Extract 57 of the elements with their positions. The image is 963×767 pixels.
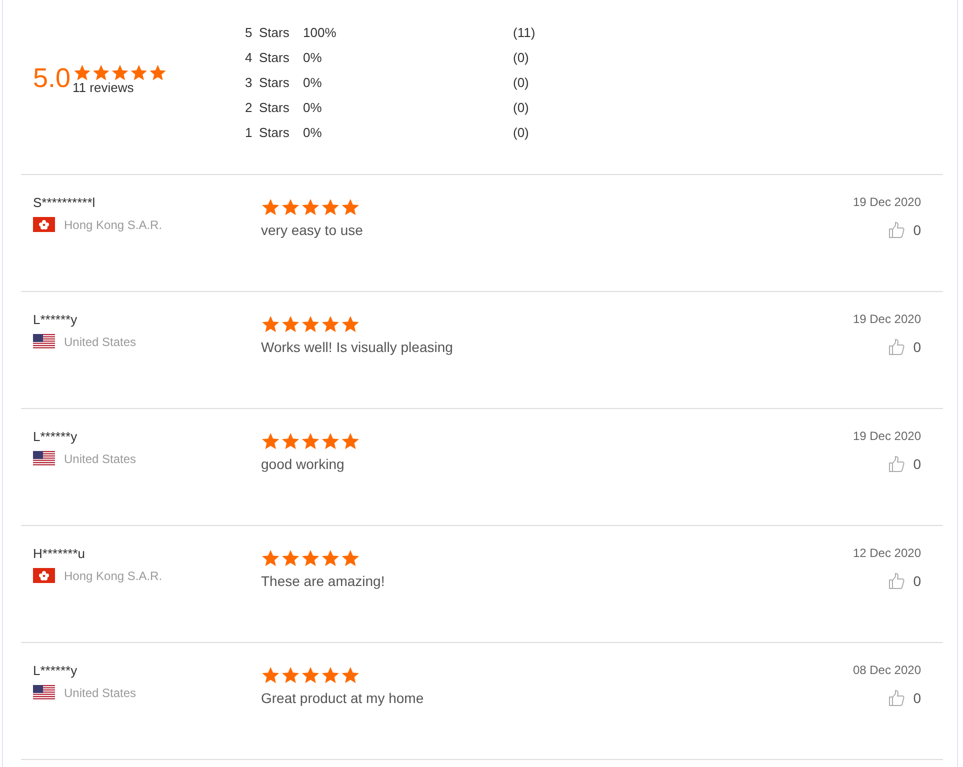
- thumbs-up-icon[interactable]: [888, 572, 906, 590]
- review-date: 19 Dec 2020: [852, 195, 921, 209]
- reviewer-name: L******y: [33, 312, 78, 327]
- percentage: 100%: [303, 25, 338, 40]
- thumbs-up-icon[interactable]: [888, 689, 906, 707]
- review-count: 11 reviews: [72, 81, 135, 94]
- review-text: good working: [261, 456, 346, 472]
- percentage: 0%: [303, 100, 323, 115]
- stars-label: Stars: [259, 75, 290, 90]
- country-name: Hong Kong S.A.R.: [64, 218, 162, 232]
- flag-icon: [33, 217, 55, 232]
- review-count: (0): [513, 50, 529, 65]
- stars-label: Stars: [259, 50, 290, 65]
- like-count: 0: [913, 573, 921, 589]
- stars-label: Stars: [259, 125, 290, 140]
- percentage: 0%: [303, 125, 323, 140]
- review-count: (0): [513, 100, 529, 115]
- like-count: 0: [913, 690, 921, 706]
- stars-label: Stars: [259, 100, 290, 115]
- stars-label: Stars: [259, 25, 290, 40]
- country-name: United States: [64, 686, 136, 700]
- star-level: 1: [245, 125, 254, 140]
- reviewer-name: H*******u: [33, 546, 86, 561]
- thumbs-up-icon[interactable]: [888, 455, 906, 473]
- review-count: (0): [513, 125, 529, 140]
- review-count: (0): [513, 75, 529, 90]
- review-text: very easy to use: [261, 222, 364, 238]
- like-count: 0: [913, 222, 921, 238]
- flag-icon: [33, 451, 55, 466]
- review-date: 19 Dec 2020: [852, 429, 921, 443]
- reviewer-name: L******y: [33, 429, 78, 444]
- star-level: 2: [245, 100, 254, 115]
- reviewer-name: L******y: [33, 663, 78, 678]
- star-level: 3: [245, 75, 254, 90]
- country-name: United States: [64, 452, 136, 466]
- review-text: Works well! Is visually pleasing: [261, 339, 454, 355]
- review-text: Great product at my home: [261, 690, 425, 706]
- review-date: 19 Dec 2020: [852, 312, 921, 326]
- review-text: These are amazing!: [261, 573, 386, 589]
- flag-icon: [33, 568, 55, 583]
- review-date: 08 Dec 2020: [852, 663, 921, 677]
- star-level: 4: [245, 50, 254, 65]
- country-name: Hong Kong S.A.R.: [64, 568, 162, 582]
- thumbs-up-icon[interactable]: [888, 221, 906, 239]
- reviewer-name: S**********l: [33, 195, 96, 210]
- flag-icon: [33, 685, 55, 700]
- like-count: 0: [913, 339, 921, 355]
- review-date: 12 Dec 2020: [852, 546, 921, 560]
- flag-icon: [33, 334, 55, 349]
- review-count: (11): [513, 25, 536, 40]
- percentage: 0%: [303, 75, 323, 90]
- like-count: 0: [913, 456, 921, 472]
- percentage: 0%: [303, 50, 323, 65]
- country-name: United States: [64, 334, 136, 348]
- thumbs-up-icon[interactable]: [888, 338, 906, 356]
- star-level: 5: [245, 25, 254, 40]
- rating-score: 5.0: [33, 62, 71, 94]
